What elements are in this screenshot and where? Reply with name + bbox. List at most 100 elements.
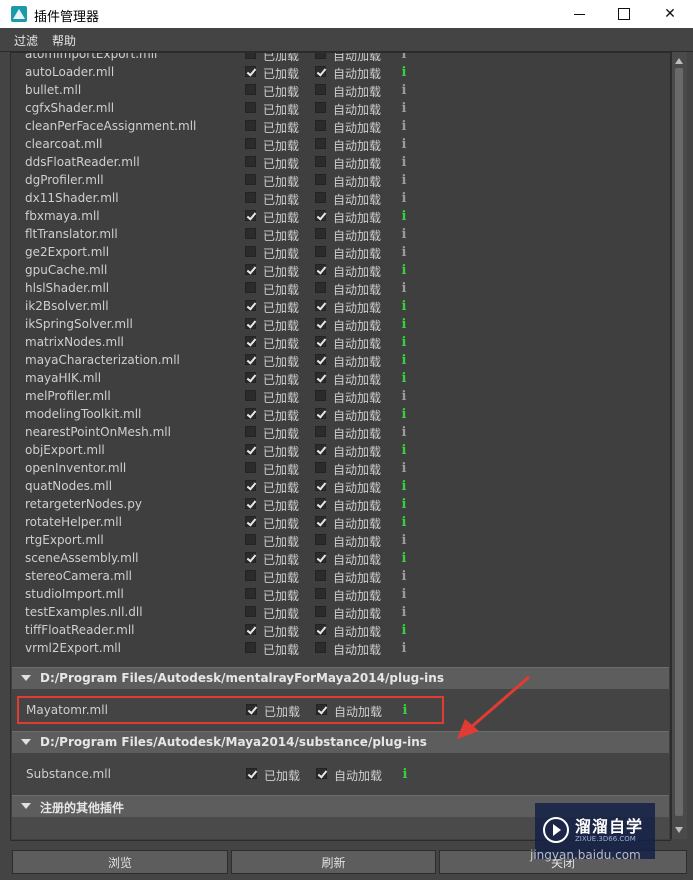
loaded-checkbox[interactable] — [245, 516, 256, 527]
info-icon[interactable]: i — [400, 299, 408, 314]
loaded-checkbox[interactable] — [245, 246, 256, 257]
info-icon[interactable]: i — [400, 65, 408, 80]
auto-load-checkbox[interactable] — [315, 624, 326, 635]
auto-load-checkbox[interactable] — [315, 282, 326, 293]
auto-load-checkbox[interactable] — [315, 120, 326, 131]
info-icon[interactable]: i — [400, 389, 408, 404]
info-icon[interactable]: i — [400, 623, 408, 638]
loaded-checkbox[interactable] — [245, 174, 256, 185]
auto-load-checkbox[interactable] — [315, 426, 326, 437]
info-icon[interactable]: i — [400, 173, 408, 188]
loaded-checkbox[interactable] — [245, 84, 256, 95]
info-icon[interactable]: i — [400, 155, 408, 170]
auto-load-checkbox[interactable] — [315, 372, 326, 383]
info-icon[interactable]: i — [400, 191, 408, 206]
auto-load-checkbox[interactable] — [315, 138, 326, 149]
close-window-button[interactable]: ✕ — [647, 0, 693, 28]
auto-load-checkbox[interactable] — [315, 318, 326, 329]
info-icon[interactable]: i — [400, 263, 408, 278]
auto-load-checkbox[interactable] — [315, 246, 326, 257]
info-icon[interactable]: i — [400, 461, 408, 476]
auto-load-checkbox[interactable] — [315, 192, 326, 203]
loaded-checkbox[interactable] — [245, 426, 256, 437]
info-icon[interactable]: i — [400, 569, 408, 584]
scrollbar-thumb[interactable] — [675, 68, 683, 816]
loaded-checkbox[interactable] — [245, 282, 256, 293]
info-icon[interactable]: i — [400, 137, 408, 152]
loaded-checkbox[interactable] — [245, 624, 256, 635]
info-icon[interactable]: i — [400, 101, 408, 116]
loaded-checkbox[interactable] — [245, 588, 256, 599]
auto-load-checkbox[interactable] — [315, 84, 326, 95]
info-icon[interactable]: i — [400, 335, 408, 350]
minimize-button[interactable] — [556, 0, 602, 28]
auto-load-checkbox[interactable] — [315, 102, 326, 113]
auto-load-checkbox[interactable] — [315, 606, 326, 617]
section-header-substance[interactable]: D:/Program Files/Autodesk/Maya2014/subst… — [12, 731, 669, 753]
auto-load-checkbox[interactable] — [315, 462, 326, 473]
loaded-checkbox[interactable] — [245, 498, 256, 509]
loaded-checkbox[interactable] — [245, 570, 256, 581]
info-icon[interactable]: i — [400, 83, 408, 98]
refresh-button[interactable]: 刷新 — [231, 850, 436, 874]
auto-load-checkbox[interactable] — [315, 390, 326, 401]
loaded-checkbox[interactable] — [245, 102, 256, 113]
vertical-scrollbar[interactable] — [671, 52, 687, 839]
info-icon[interactable]: i — [400, 371, 408, 386]
info-icon[interactable]: i — [400, 53, 408, 62]
auto-load-checkbox[interactable] — [315, 66, 326, 77]
loaded-checkbox[interactable] — [245, 192, 256, 203]
auto-load-checkbox[interactable] — [315, 444, 326, 455]
info-icon[interactable]: i — [400, 479, 408, 494]
info-icon[interactable]: i — [400, 533, 408, 548]
loaded-checkbox[interactable] — [245, 480, 256, 491]
loaded-checkbox[interactable] — [245, 264, 256, 275]
auto-load-checkbox[interactable] — [315, 552, 326, 563]
info-icon[interactable]: i — [400, 353, 408, 368]
info-icon[interactable]: i — [400, 227, 408, 242]
loaded-checkbox[interactable] — [245, 300, 256, 311]
info-icon[interactable]: i — [400, 443, 408, 458]
browse-button[interactable]: 浏览 — [12, 850, 228, 874]
loaded-checkbox[interactable] — [245, 462, 256, 473]
auto-load-checkbox[interactable] — [315, 642, 326, 653]
menu-help[interactable]: 帮助 — [52, 32, 76, 49]
info-icon[interactable]: i — [400, 641, 408, 656]
info-icon[interactable]: i — [400, 317, 408, 332]
auto-load-checkbox[interactable] — [315, 300, 326, 311]
section-header-mentalray[interactable]: D:/Program Files/Autodesk/mentalrayForMa… — [12, 667, 669, 689]
scroll-down-icon[interactable] — [675, 827, 683, 833]
info-icon[interactable]: i — [400, 209, 408, 224]
auto-load-checkbox[interactable] — [315, 174, 326, 185]
info-icon[interactable]: i — [400, 245, 408, 260]
auto-load-checkbox[interactable] — [315, 156, 326, 167]
auto-load-checkbox[interactable] — [315, 498, 326, 509]
loaded-checkbox[interactable] — [245, 120, 256, 131]
auto-load-checkbox[interactable] — [315, 210, 326, 221]
auto-load-checkbox[interactable] — [315, 588, 326, 599]
info-icon[interactable]: i — [400, 605, 408, 620]
loaded-checkbox[interactable] — [245, 318, 256, 329]
loaded-checkbox[interactable] — [245, 138, 256, 149]
auto-load-checkbox[interactable] — [315, 570, 326, 581]
info-icon[interactable]: i — [400, 281, 408, 296]
auto-load-checkbox[interactable] — [315, 354, 326, 365]
loaded-checkbox[interactable] — [245, 372, 256, 383]
auto-load-checkbox[interactable] — [315, 336, 326, 347]
loaded-checkbox[interactable] — [245, 336, 256, 347]
info-icon[interactable]: i — [400, 425, 408, 440]
info-icon[interactable]: i — [400, 515, 408, 530]
loaded-checkbox[interactable] — [246, 768, 257, 779]
maximize-button[interactable] — [601, 0, 647, 28]
loaded-checkbox[interactable] — [245, 444, 256, 455]
auto-load-checkbox[interactable] — [315, 228, 326, 239]
loaded-checkbox[interactable] — [245, 228, 256, 239]
menu-filter[interactable]: 过滤 — [14, 32, 38, 49]
loaded-checkbox[interactable] — [245, 210, 256, 221]
auto-load-checkbox[interactable] — [316, 768, 327, 779]
auto-load-checkbox[interactable] — [315, 53, 326, 59]
auto-load-checkbox[interactable] — [315, 516, 326, 527]
auto-load-checkbox[interactable] — [315, 408, 326, 419]
info-icon[interactable]: i — [400, 119, 408, 134]
loaded-checkbox[interactable] — [245, 552, 256, 563]
